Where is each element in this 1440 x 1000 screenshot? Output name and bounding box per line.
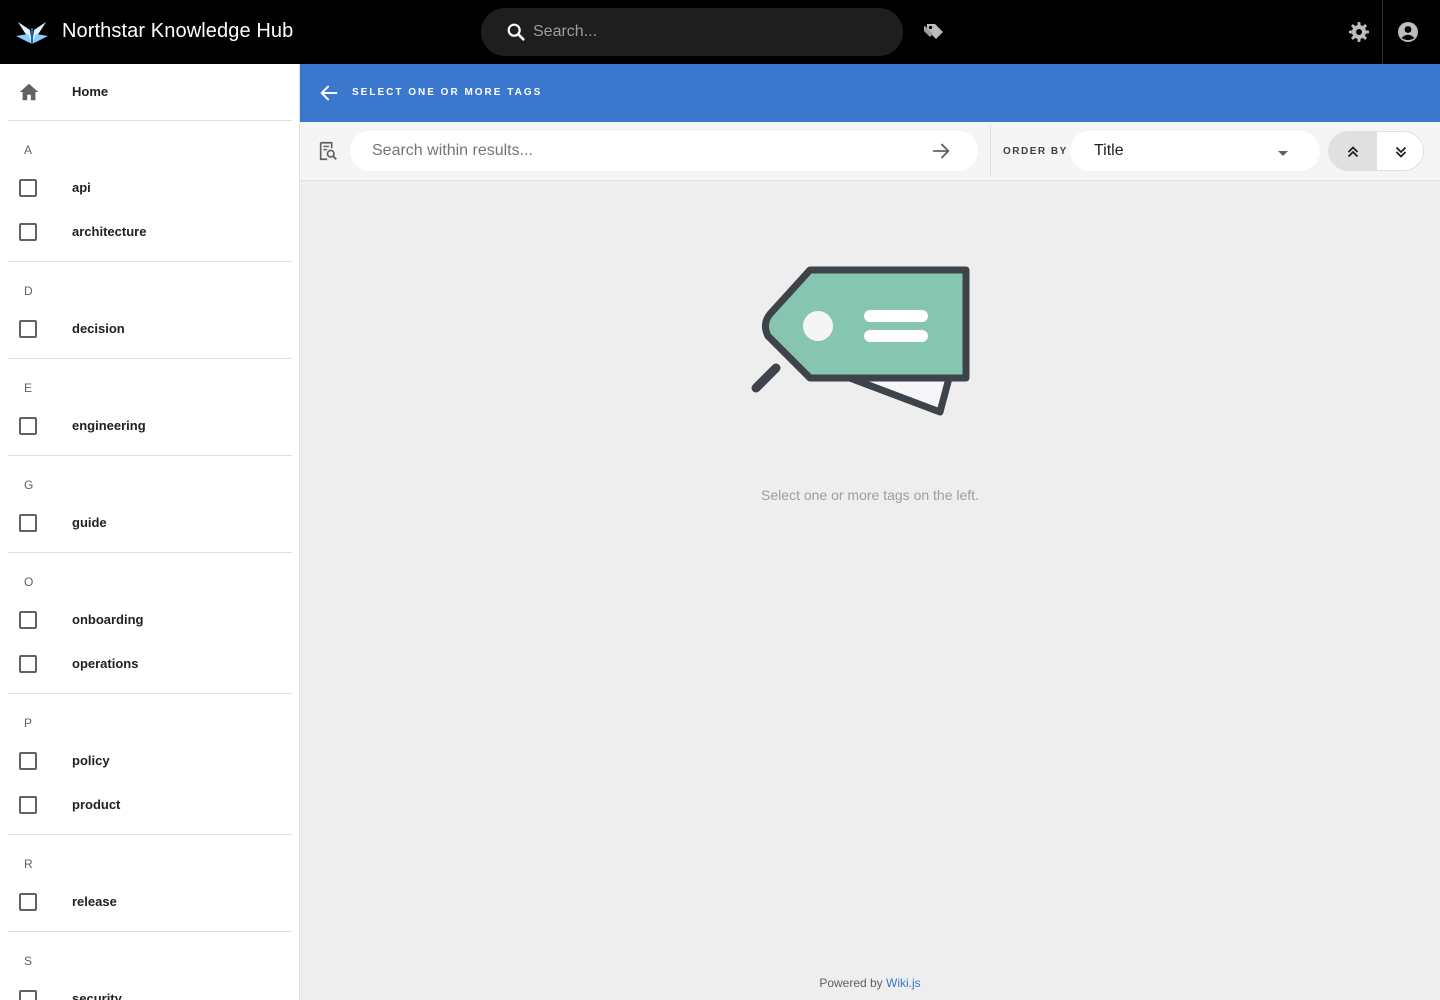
tag-label: engineering: [72, 418, 146, 433]
sort-ascending-button[interactable]: [1329, 132, 1377, 170]
tag-label: guide: [72, 515, 107, 530]
tags-icon: [924, 24, 943, 39]
tag-checkbox[interactable]: [19, 320, 37, 338]
nav-home[interactable]: Home: [0, 64, 299, 120]
tag-item-engineering[interactable]: engineering: [0, 404, 299, 448]
tag-checkbox[interactable]: [19, 514, 37, 532]
tag-item-architecture[interactable]: architecture: [0, 210, 299, 254]
tag-checkbox[interactable]: [19, 611, 37, 629]
chevron-double-down-icon: [1395, 146, 1407, 158]
tag-label: onboarding: [72, 612, 144, 627]
group-letter-s: S: [24, 954, 33, 968]
group-letter-d: D: [24, 284, 33, 298]
order-by-label: ORDER BY: [1003, 146, 1068, 157]
tag-label: policy: [72, 753, 110, 768]
tag-item-release[interactable]: release: [0, 880, 299, 924]
tag-item-product[interactable]: product: [0, 783, 299, 827]
divider: [8, 693, 292, 694]
tag-checkbox[interactable]: [19, 417, 37, 435]
tag-checkbox[interactable]: [19, 752, 37, 770]
tag-checkbox[interactable]: [19, 893, 37, 911]
results-toolbar: ORDER BY Title: [300, 122, 1440, 181]
tag-item-api[interactable]: api: [0, 166, 299, 210]
tag-sidebar: Home A api architecture D decision E eng…: [0, 64, 300, 1000]
results-search[interactable]: [350, 131, 978, 171]
topbar-divider: [1382, 0, 1383, 64]
gear-icon: [1349, 22, 1369, 42]
arrow-left-icon[interactable]: [318, 82, 340, 104]
dropdown-caret-icon: [1278, 151, 1288, 156]
tag-checkbox[interactable]: [19, 796, 37, 814]
chevron-double-up-icon: [1347, 146, 1359, 158]
order-by-value: Title: [1094, 142, 1124, 159]
divider: [8, 455, 292, 456]
group-letter-r: R: [24, 857, 33, 871]
tag-illustration-icon: [751, 266, 970, 416]
divider: [8, 261, 292, 262]
main-content: SELECT ONE OR MORE TAGS ORDER BY Title: [300, 64, 1440, 1000]
global-search-input[interactable]: [533, 18, 873, 46]
home-icon: [19, 83, 39, 101]
tag-label: decision: [72, 321, 125, 336]
divider: [8, 358, 292, 359]
order-by-select[interactable]: Title: [1070, 131, 1320, 171]
global-search[interactable]: [481, 8, 903, 56]
wiki-logo-icon[interactable]: [14, 16, 50, 48]
page-header: SELECT ONE OR MORE TAGS: [300, 64, 1440, 122]
divider: [8, 552, 292, 553]
search-icon: [507, 23, 525, 41]
sort-direction-toggle: [1328, 131, 1424, 171]
group-letter-a: A: [24, 143, 33, 157]
settings-button[interactable]: [1345, 18, 1373, 46]
toolbar-divider: [990, 126, 991, 176]
results-search-input[interactable]: [372, 139, 912, 163]
sort-descending-button[interactable]: [1377, 132, 1423, 170]
tag-label: product: [72, 797, 121, 812]
search-in-page-icon: [319, 141, 337, 161]
tag-checkbox[interactable]: [19, 179, 37, 197]
footer-prefix: Powered by: [819, 976, 887, 990]
app-title[interactable]: Northstar Knowledge Hub: [62, 20, 293, 43]
footer: Powered by Wiki.js: [300, 976, 1440, 990]
group-letter-e: E: [24, 381, 33, 395]
divider: [8, 931, 292, 932]
tag-checkbox[interactable]: [19, 655, 37, 673]
tags-button[interactable]: [920, 18, 948, 46]
tag-label: security: [72, 991, 122, 1000]
account-circle-icon: [1398, 22, 1418, 42]
tag-checkbox[interactable]: [19, 990, 37, 1000]
tag-checkbox[interactable]: [19, 223, 37, 241]
tag-label: api: [72, 180, 91, 195]
nav-home-label: Home: [72, 84, 109, 99]
group-letter-g: G: [24, 478, 34, 492]
top-bar: Northstar Knowledge Hub: [0, 0, 1440, 64]
tag-label: architecture: [72, 224, 147, 239]
arrow-right-icon[interactable]: [930, 140, 952, 162]
tag-label: release: [72, 894, 117, 909]
tag-item-policy[interactable]: policy: [0, 739, 299, 783]
account-button[interactable]: [1394, 18, 1422, 46]
tag-item-guide[interactable]: guide: [0, 501, 299, 545]
tag-item-onboarding[interactable]: onboarding: [0, 598, 299, 642]
footer-link-wikijs[interactable]: Wiki.js: [886, 976, 921, 990]
tag-item-decision[interactable]: decision: [0, 307, 299, 351]
tag-item-security[interactable]: security: [0, 977, 299, 1000]
page-title: SELECT ONE OR MORE TAGS: [352, 87, 543, 98]
empty-state-message: Select one or more tags on the left.: [761, 487, 979, 503]
divider: [8, 120, 292, 121]
tag-label: operations: [72, 656, 139, 671]
group-letter-p: P: [24, 716, 33, 730]
divider: [8, 834, 292, 835]
group-letter-o: O: [24, 575, 34, 589]
tag-item-operations[interactable]: operations: [0, 642, 299, 686]
